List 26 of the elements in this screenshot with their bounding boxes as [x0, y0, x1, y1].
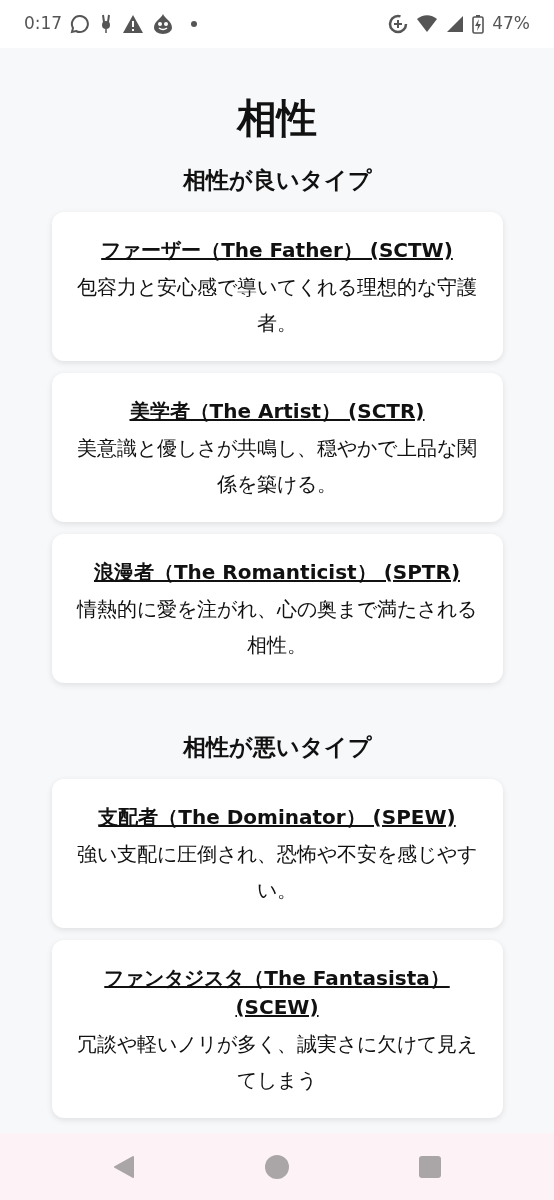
type-name: ファンタジスタ（The Fantasista） (SCEW): [103, 964, 451, 1021]
section-heading: 相性が良いタイプ: [181, 166, 373, 195]
battery-percent: 47%: [492, 12, 530, 36]
type-description: 冗談や軽いノリが多く、誠実さに欠けて見えてしまう: [76, 1030, 478, 1094]
recents-icon[interactable]: [419, 1155, 441, 1178]
signal-icon: [446, 15, 465, 33]
section-heading: 相性が悪いタイプ: [181, 732, 373, 762]
wifi-icon: [416, 15, 439, 33]
type-name: ファーザー（The Father） (SCTW): [100, 236, 454, 264]
home-icon[interactable]: [265, 1154, 289, 1179]
type-description: 強い支配に圧倒され、恐怖や不安を感じやすい。: [76, 840, 478, 904]
type-description: 情熱的に愛を注がれ、心の奥まで満たされる相性。: [75, 595, 478, 659]
warning-icon: [122, 14, 145, 34]
back-icon[interactable]: [113, 1154, 135, 1179]
type-description: 美意識と優しさが共鳴し、穏やかで上品な関係を築ける。: [76, 434, 478, 498]
status-time: 0:17: [24, 12, 63, 36]
type-description: 包容力と安心感で導いてくれる理想的な守護者。: [76, 273, 478, 337]
battery-charging-icon: [472, 14, 485, 34]
data-saver-icon: [388, 14, 409, 34]
chat-bubble-icon: [70, 14, 91, 34]
type-name: 美学者（The Artist） (SCTR): [128, 397, 426, 425]
type-name: 支配者（The Dominator） (SPEW): [97, 803, 457, 831]
dot-icon: [190, 20, 199, 28]
page-title: 相性: [235, 94, 318, 142]
slime-icon: [152, 13, 175, 35]
type-name: 浪漫者（The Romanticist） (SPTR): [92, 558, 462, 586]
